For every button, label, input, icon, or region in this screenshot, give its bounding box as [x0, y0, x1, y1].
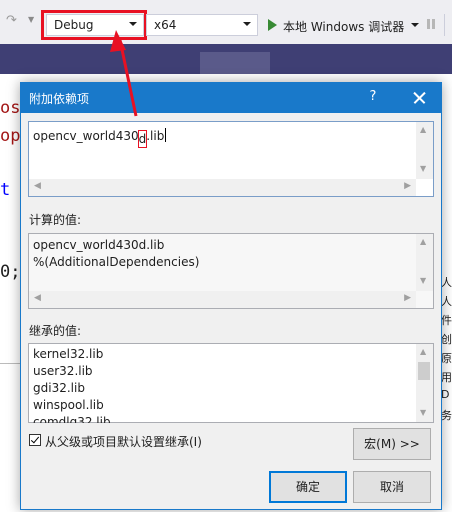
- annotation-arrow: [110, 30, 138, 117]
- annotation-arrowhead: [110, 30, 126, 52]
- annotation-arrow-line: [118, 39, 138, 117]
